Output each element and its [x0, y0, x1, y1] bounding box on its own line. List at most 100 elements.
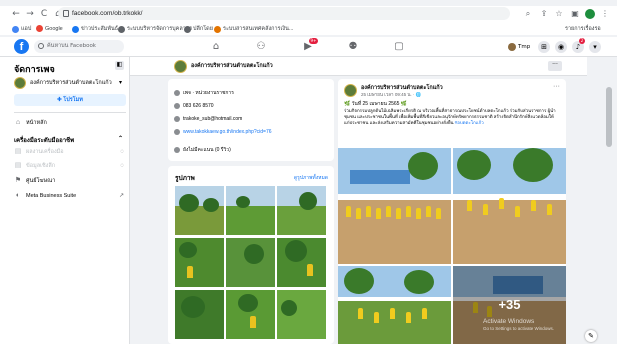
info-icon: ◌ — [120, 163, 124, 169]
post-card: องค์การบริหารส่วนตำบลตะโกแก้ว 25 เมษายน … — [338, 79, 566, 344]
search-icon — [38, 43, 44, 49]
post-hashtag[interactable]: #อบตตะโกแก้ว — [455, 120, 484, 125]
insights-icon: ▤ — [14, 162, 22, 169]
post-photo[interactable] — [453, 148, 566, 264]
page-header: องค์การบริหารส่วนตำบลตะโกแก้ว ··· — [130, 57, 587, 76]
post-timestamp[interactable]: 25 เมษายน เวลา 09:45 น. · 🌐 — [361, 91, 421, 98]
reload-icon[interactable]: C — [38, 8, 50, 20]
photo-thumbnail[interactable] — [277, 238, 326, 287]
page-avatar — [14, 77, 26, 89]
new-message-icon[interactable]: ✎ — [585, 330, 597, 342]
sidebar-item-home[interactable]: ⌂ หน้าหลัก — [14, 118, 126, 128]
post-date-line: 🌿 วันที่ 25 เมษายน 2565 🌿 — [344, 101, 408, 107]
browser-menu-icon[interactable]: ⋮ — [600, 9, 610, 19]
friends-tab-icon[interactable]: ⚇ — [255, 41, 267, 53]
photo-thumbnail[interactable] — [277, 290, 326, 339]
search-placeholder: ค้นหาบน Facebook — [47, 43, 96, 49]
globe-icon — [184, 25, 191, 33]
activation-watermark-subtitle: Go to Settings to activate Windows. — [483, 326, 555, 331]
globe-icon — [118, 25, 125, 33]
intro-rating: ยังไม่มีคะแนน (0 รีวิว) — [174, 146, 231, 155]
sidebar-item-business-suite[interactable]: ◐ Meta Business Suite ↗ — [14, 191, 126, 201]
manage-page-sidebar: จัดการเพจ ◧ องค์การบริหารส่วนตำบลตะโกแก้… — [0, 57, 130, 344]
sidebar-item-tools[interactable]: ▤ ผลงานเครื่องมือ ◌ — [14, 147, 126, 157]
phone-icon — [174, 103, 180, 109]
intro-website-link[interactable]: www.takokkaew.go.th/index.php?cid=76 — [174, 128, 272, 137]
back-icon[interactable]: ← — [10, 8, 22, 20]
chevron-up-icon: ⌃ — [117, 136, 123, 142]
post-author-avatar[interactable] — [344, 84, 357, 97]
photo-thumbnail[interactable] — [226, 290, 275, 339]
star-icon[interactable]: ☆ — [554, 9, 564, 19]
lock-icon — [63, 10, 69, 17]
account-chevron-icon[interactable]: ▾ — [589, 41, 601, 53]
address-url: facebook.com/ob.trkokk/ — [72, 10, 143, 17]
promote-button[interactable]: ✚ โปรโมท — [14, 94, 126, 106]
bookmark-finance[interactable]: ระบบสารสนเทศคลังการเงิน... — [214, 25, 293, 33]
facebook-logo-icon[interactable]: f — [14, 39, 29, 54]
groups-tab-icon[interactable]: ⚉ — [347, 41, 359, 53]
photo-thumbnail[interactable] — [277, 186, 326, 235]
scrollbar-thumb[interactable] — [606, 87, 612, 147]
activation-watermark-title: Activate Windows — [483, 318, 535, 325]
forward-icon[interactable]: → — [24, 8, 36, 20]
profile-chip[interactable]: Tmp — [506, 41, 534, 53]
page-title[interactable]: องค์การบริหารส่วนตำบลตะโกแก้ว — [191, 62, 273, 70]
gaming-tab-icon[interactable]: ▢ — [393, 41, 405, 53]
email-icon — [174, 116, 180, 122]
post-text: ร่วมกิจกรรมปลูกต้นไม้เฉลิมพระเกียรติ ณ บ… — [344, 108, 556, 125]
photo-thumbnail[interactable] — [226, 238, 275, 287]
intro-email[interactable]: trakoke_sub@hotmail.com — [174, 115, 242, 124]
globe-icon — [174, 129, 180, 135]
home-icon: ⌂ — [15, 119, 21, 126]
zoom-icon[interactable]: ⌕ — [523, 9, 533, 19]
photo-thumbnail[interactable] — [226, 186, 275, 235]
avatar — [508, 43, 516, 51]
sidebar-section-pro-tools[interactable]: เครื่องมือระดับมืออาชีพ ⌃ — [14, 135, 126, 145]
see-all-photos-link[interactable]: ดูรูปภาพทั้งหมด — [294, 174, 328, 182]
finance-icon — [214, 25, 221, 33]
google-icon — [36, 25, 43, 32]
page-avatar[interactable] — [174, 60, 187, 73]
sidebar-item-ad-center[interactable]: ⚑ ศูนย์โฆษณา — [14, 176, 126, 186]
more-photos-overlay[interactable]: +35 — [453, 266, 566, 344]
bookmark-reading-list[interactable]: รายการเรื่องรอ — [565, 25, 601, 33]
photos-card: รูปภาพ ดูรูปภาพทั้งหมด — [168, 166, 334, 344]
sidebar-title: จัดการเพจ — [14, 64, 55, 74]
sidebar-item-insights[interactable]: ▤ ข้อมูลเชิงลึก ◌ — [14, 161, 126, 171]
browser-profile-avatar[interactable] — [585, 9, 595, 19]
bookmark-google[interactable]: Google — [36, 25, 63, 32]
sidebar-collapse-icon[interactable]: ◧ — [115, 61, 124, 70]
divider — [14, 112, 126, 113]
bookmark-misc[interactable]: ปลีกโดย — [184, 25, 213, 33]
tab-search-icon[interactable]: ▣ — [570, 9, 580, 19]
info-icon: ◌ — [120, 149, 124, 155]
chevron-down-icon: ▾ — [118, 80, 122, 86]
bookmark-news[interactable]: ข่าวประสัมพันธ์ — [72, 25, 118, 33]
messenger-icon[interactable]: ◉ — [555, 41, 567, 53]
photo-thumbnail[interactable] — [175, 186, 224, 235]
photo-thumbnail[interactable] — [175, 290, 224, 339]
post-photo[interactable] — [338, 148, 451, 264]
page-scrollbar[interactable] — [605, 57, 613, 344]
post-photo[interactable] — [338, 266, 451, 344]
photos-title: รูปภาพ — [175, 175, 195, 182]
address-bar[interactable]: facebook.com/ob.trkokk/ — [58, 7, 510, 20]
bookmark-hr[interactable]: ระบบบริหารจัดการบุคลากร — [118, 25, 192, 33]
share-icon[interactable]: ⇪ — [539, 9, 549, 19]
facebook-icon — [72, 25, 79, 33]
bookmarks-bar: แอป Google ข่าวประสัมพันธ์ ระบบบริหารจัด… — [0, 22, 617, 35]
post-photo-grid: +35 Activate Windows Go to Settings to a… — [338, 148, 566, 344]
photo-thumbnail[interactable] — [175, 238, 224, 287]
page-switcher[interactable]: องค์การบริหารส่วนตำบลตะโกแก้ว ▾ — [14, 76, 126, 90]
home-tab-icon[interactable]: ⌂ — [210, 41, 222, 53]
notification-badge: 9+ — [309, 38, 318, 44]
menu-grid-icon[interactable]: ⊞ — [538, 41, 550, 53]
external-link-icon: ↗ — [118, 193, 124, 199]
more-options-icon[interactable]: ··· — [548, 61, 562, 71]
search-input[interactable]: ค้นหาบน Facebook — [34, 40, 124, 53]
browser-toolbar: ← → C ⌂ facebook.com/ob.trkokk/ ⌕ ⇪ ☆ ▣ … — [0, 6, 617, 22]
bookmark-apps[interactable]: แอป — [12, 25, 31, 33]
post-options-icon[interactable]: ··· — [553, 83, 560, 90]
intro-card: เพจ · หน่วยงานราชการ 083 626 8570 trakok… — [168, 79, 334, 161]
